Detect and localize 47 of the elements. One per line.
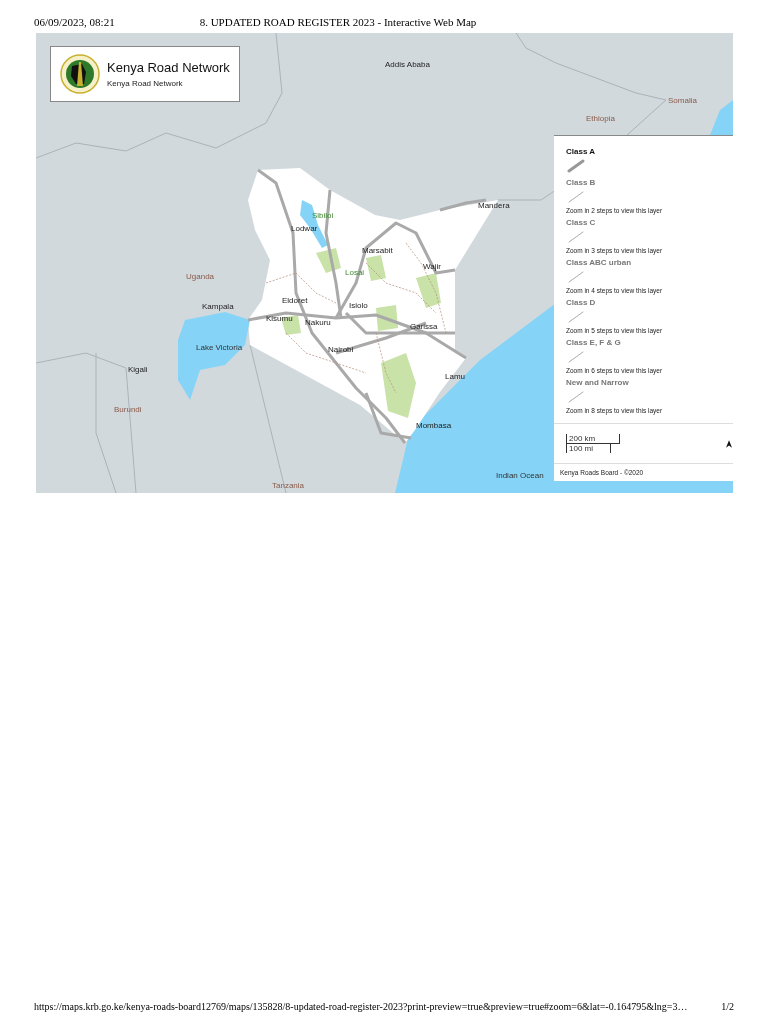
layer-name[interactable]: Class ABC urban [566,257,632,268]
line-symbol-icon [566,159,586,173]
map-label: Somalia [668,96,697,106]
layer-name[interactable]: New and Narrow [566,377,629,388]
map-label: Marsabit [362,246,393,256]
map-label: Losai [345,268,365,278]
map-label: Mandera [478,201,510,211]
map-label: Burundi [114,405,142,415]
layer-name[interactable]: Class B [566,177,596,188]
logo-icon [60,54,100,94]
map-label: Addis Ababa [385,60,430,70]
layer-name[interactable]: Class A [566,146,596,157]
map-label: Ethiopia [586,114,615,124]
map-label: Garissa [410,322,438,332]
map-label: Lamu [445,372,465,382]
map-label: Lodwar [291,224,318,234]
line-symbol-icon [566,310,586,324]
layer-name[interactable]: Class D [566,297,596,308]
line-symbol-icon [566,350,586,364]
page-number: 1/2 [721,1001,734,1012]
line-symbol-icon [566,270,586,284]
layer-name[interactable]: Class E, F & G [566,337,621,348]
map-label: Uganda [186,272,215,282]
map-label: Kampala [202,302,234,312]
map-label: Nakuru [305,318,331,328]
map-label: Mombasa [416,421,452,431]
layer-name[interactable]: Class C [566,217,596,228]
map-label: Kigali [128,365,148,375]
map-title: Kenya Road Network [107,60,230,75]
map-label: Nairobi [328,345,354,355]
arrow-icon [726,439,732,448]
map-label: Eldoret [282,296,308,306]
map-label: Isiolo [349,301,368,311]
map-subtitle: Kenya Road Network [107,79,184,88]
print-title: 8. UPDATED ROAD REGISTER 2023 - Interactive Web Map [199,16,477,30]
scale-bar-imperial: 100 mi [566,444,611,453]
map-label: Indian Ocean [496,471,544,481]
line-symbol-icon [566,390,586,404]
map-label: Kisumu [266,314,293,324]
map-label: Tanzania [272,481,305,491]
page-url: https://maps.krb.go.ke/kenya-roads-board12769/maps/135828/8-updated-road-register-2023?print-preview=true&preview=true#zoom=6&lat=-0.164795&lng=3… [34,1001,688,1012]
line-symbol-icon [566,230,586,244]
scale-bar-metric: 200 km [566,434,620,444]
print-date: 06/09/2023, 08:21 [34,16,115,30]
line-symbol-icon [566,190,586,204]
map-label: Lake Victoria [196,343,243,353]
map-label: Wajir [423,262,441,272]
